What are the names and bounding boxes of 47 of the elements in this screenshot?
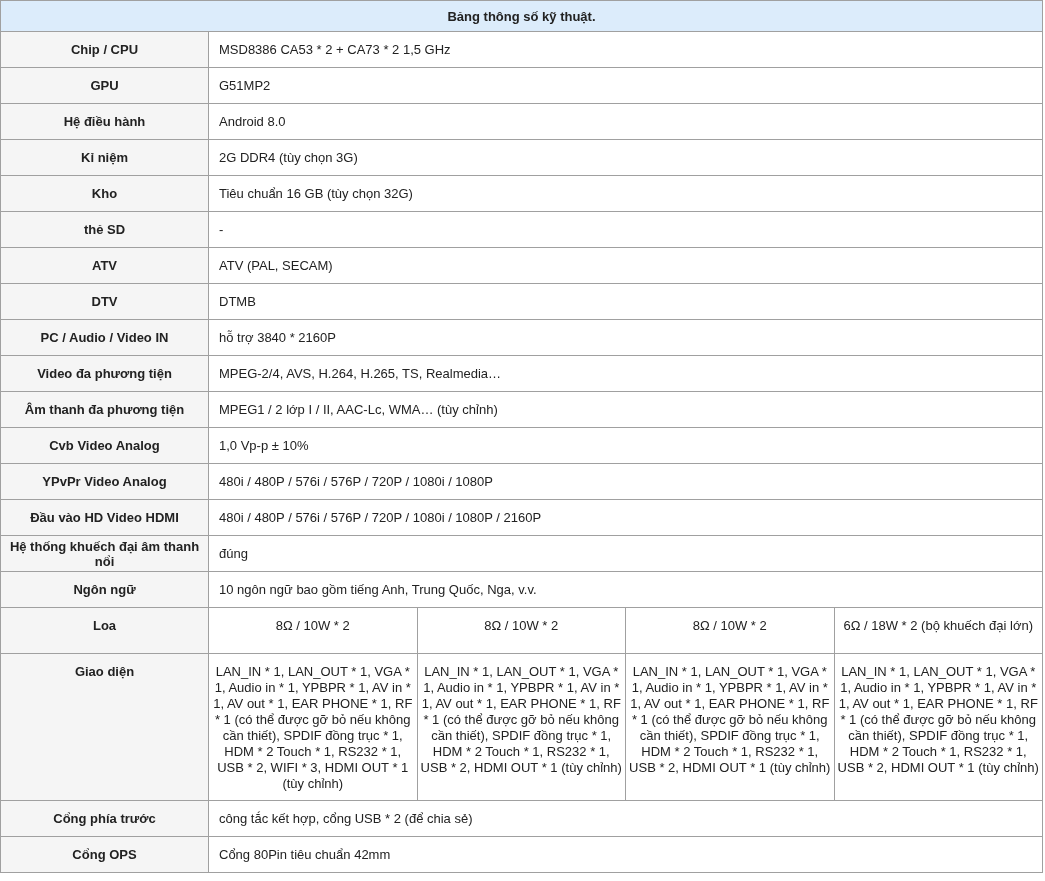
table-cell: LAN_IN * 1, LAN_OUT * 1, VGA * 1, Audio in * 1, YPBPR * 1, AV in * 1, AV out * 1, EAR PHONE * 1, RF * 1 (có thể được gỡ bỏ nếu không cần thiết), SPDIF đồng trục * 1, HDM * 2 Touch * 1, RS232 * 1, USB * 2, HDMI OUT * 1 (tùy chỉnh) [625, 653, 834, 801]
row-label: GPU [0, 67, 209, 104]
row-label: Ngôn ngữ [0, 571, 209, 608]
table-cell: đúng [208, 535, 1043, 572]
row-label: Hệ điều hành [0, 103, 209, 140]
row-label: Loa [0, 607, 209, 654]
table-cell: Tiêu chuẩn 16 GB (tùy chọn 32G) [208, 175, 1043, 212]
table-cell: Cổng 80Pin tiêu chuẩn 42mm [208, 836, 1043, 873]
row-label: Cổng phía trước [0, 800, 209, 837]
table-cell: MSD8386 CA53 * 2 + CA73 * 2 1,5 GHz [208, 31, 1043, 68]
table-cell: G51MP2 [208, 67, 1043, 104]
table-cell: hỗ trợ 3840 * 2160P [208, 319, 1043, 356]
table-cell: MPEG-2/4, AVS, H.264, H.265, TS, Realmedia… [208, 355, 1043, 392]
row-label: Đầu vào HD Video HDMI [0, 499, 209, 536]
table-cell: DTMB [208, 283, 1043, 320]
row-label: Kho [0, 175, 209, 212]
table-cell: 8Ω / 10W * 2 [208, 607, 417, 654]
table-cell: LAN_IN * 1, LAN_OUT * 1, VGA * 1, Audio in * 1, YPBPR * 1, AV in * 1, AV out * 1, EAR PHONE * 1, RF * 1 (có thể được gỡ bỏ nếu không cần thiết), SPDIF đồng trục * 1, HDM * 2 Touch * 1, RS232 * 1, USB * 2, WIFI * 3, HDMI OUT * 1 (tùy chỉnh) [208, 653, 417, 801]
table-cell: 8Ω / 10W * 2 [625, 607, 834, 654]
row-label: thẻ SD [0, 211, 209, 248]
row-label: Âm thanh đa phương tiện [0, 391, 209, 428]
row-label: Chip / CPU [0, 31, 209, 68]
table-cell: LAN_IN * 1, LAN_OUT * 1, VGA * 1, Audio in * 1, YPBPR * 1, AV in * 1, AV out * 1, EAR PHONE * 1, RF * 1 (có thể được gỡ bỏ nếu không cần thiết), SPDIF đồng trục * 1, HDM * 2 Touch * 1, RS232 * 1, USB * 2, HDMI OUT * 1 (tùy chỉnh) [417, 653, 626, 801]
row-label: Cổng OPS [0, 836, 209, 873]
row-label: DTV [0, 283, 209, 320]
table-title: Bảng thông số kỹ thuật. [0, 0, 1043, 32]
table-cell: 480i / 480P / 576i / 576P / 720P / 1080i / 1080P [208, 463, 1043, 500]
row-label: Video đa phương tiện [0, 355, 209, 392]
row-label: Giao diện [0, 653, 209, 801]
table-cell: 1,0 Vp-p ± 10% [208, 427, 1043, 464]
table-cell: 10 ngôn ngữ bao gồm tiếng Anh, Trung Quốc, Nga, v.v. [208, 571, 1043, 608]
table-cell: 480i / 480P / 576i / 576P / 720P / 1080i / 1080P / 2160P [208, 499, 1043, 536]
row-label: Cvb Video Analog [0, 427, 209, 464]
table-cell: 8Ω / 10W * 2 [417, 607, 626, 654]
table-cell: - [208, 211, 1043, 248]
row-label: Kỉ niệm [0, 139, 209, 176]
row-label: YPvPr Video Analog [0, 463, 209, 500]
table-cell: MPEG1 / 2 lớp I / II, AAC-Lc, WMA… (tùy chỉnh) [208, 391, 1043, 428]
table-cell: LAN_IN * 1, LAN_OUT * 1, VGA * 1, Audio in * 1, YPBPR * 1, AV in * 1, AV out * 1, EAR PHONE * 1, RF * 1 (có thể được gỡ bỏ nếu không cần thiết), SPDIF đồng trục * 1, HDM * 2 Touch * 1, RS232 * 1, USB * 2, HDMI OUT * 1 (tùy chỉnh) [834, 653, 1043, 801]
table-cell: Android 8.0 [208, 103, 1043, 140]
table-cell: 2G DDR4 (tùy chọn 3G) [208, 139, 1043, 176]
table-cell: 6Ω / 18W * 2 (bộ khuếch đại lớn) [834, 607, 1043, 654]
table-cell: ATV (PAL, SECAM) [208, 247, 1043, 284]
table-cell: công tắc kết hợp, cổng USB * 2 (để chia sẻ) [208, 800, 1043, 837]
row-label: PC / Audio / Video IN [0, 319, 209, 356]
row-label: Hệ thống khuếch đại âm thanh nổi [0, 535, 209, 572]
row-label: ATV [0, 247, 209, 284]
